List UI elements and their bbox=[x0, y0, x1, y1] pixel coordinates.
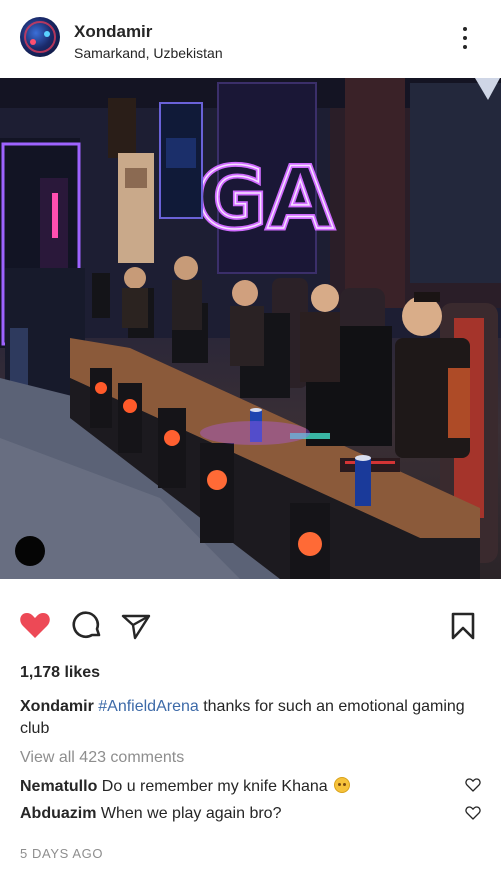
post-actions bbox=[0, 600, 501, 650]
post-caption: Xondamir #AnfieldArena thanks for such a… bbox=[20, 696, 480, 740]
comment-text: Do u remember my knife Khana bbox=[101, 778, 328, 795]
comment-like-heart-icon[interactable] bbox=[465, 777, 481, 793]
more-options-icon[interactable] bbox=[456, 24, 474, 52]
gaming-club-photo: GA GA bbox=[0, 78, 501, 579]
comment-author[interactable]: Abduazim bbox=[20, 805, 96, 822]
comment-like-heart-icon[interactable] bbox=[465, 805, 481, 821]
like-heart-icon[interactable] bbox=[18, 608, 52, 642]
post-photo[interactable]: GA GA bbox=[0, 78, 501, 579]
comment-item: Abduazim When we play again bro? bbox=[20, 805, 460, 823]
tagged-users-icon[interactable] bbox=[15, 536, 45, 566]
comment-author[interactable]: Nematullo bbox=[20, 778, 97, 795]
post-username[interactable]: Xondamir bbox=[74, 22, 152, 42]
avatar-ring bbox=[24, 21, 56, 53]
post-location[interactable]: Samarkand, Uzbekistan bbox=[74, 45, 223, 61]
bookmark-icon[interactable] bbox=[446, 608, 480, 642]
avatar-light bbox=[44, 31, 50, 37]
post-timestamp: 5 DAYS AGO bbox=[20, 846, 104, 861]
caption-author[interactable]: Xondamir bbox=[20, 698, 94, 715]
caption-hashtag[interactable]: #AnfieldArena bbox=[98, 698, 199, 715]
share-send-icon[interactable] bbox=[119, 608, 153, 642]
post-header: Xondamir Samarkand, Uzbekistan bbox=[0, 0, 501, 78]
comment-icon[interactable] bbox=[70, 608, 104, 642]
user-avatar[interactable] bbox=[20, 17, 60, 57]
svg-text:GA: GA bbox=[196, 149, 334, 249]
comment-item: Nematullo Do u remember my knife Khana bbox=[20, 777, 460, 796]
comment-text: When we play again bro? bbox=[100, 805, 282, 822]
view-all-comments-link[interactable]: View all 423 comments bbox=[20, 749, 184, 767]
smiling-face-emoji-icon bbox=[334, 777, 351, 793]
avatar-light bbox=[30, 39, 36, 45]
likes-count[interactable]: 1,178 likes bbox=[20, 664, 100, 682]
